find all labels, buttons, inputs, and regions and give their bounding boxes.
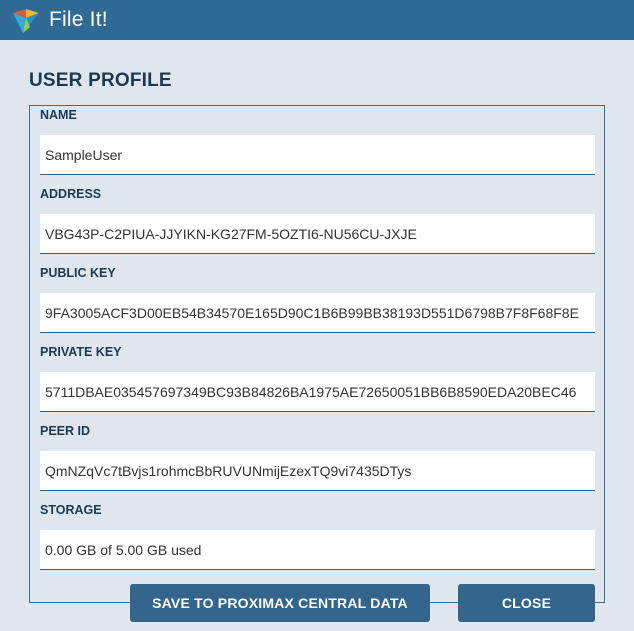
- close-button[interactable]: CLOSE: [458, 584, 595, 622]
- address-field[interactable]: VBG43P-C2PIUA-JJYIKN-KG27FM-5OZTI6-NU56C…: [40, 214, 595, 254]
- storage-field[interactable]: 0.00 GB of 5.00 GB used: [40, 530, 595, 570]
- storage-value: 0.00 GB of 5.00 GB used: [45, 542, 202, 558]
- save-to-proximax-button[interactable]: SAVE TO PROXIMAX CENTRAL DATA: [130, 584, 430, 622]
- name-field[interactable]: SampleUser: [40, 135, 595, 175]
- peer-id-field[interactable]: QmNZqVc7tBvjs1rohmcBbRUVUNmijEzexTQ9vi74…: [40, 451, 595, 491]
- title-bar: File It!: [0, 0, 634, 40]
- name-value: SampleUser: [45, 147, 123, 163]
- storage-label: STORAGE: [40, 503, 102, 517]
- address-value: VBG43P-C2PIUA-JJYIKN-KG27FM-5OZTI6-NU56C…: [45, 226, 417, 242]
- private-key-field[interactable]: 5711DBAE035457697349BC93B84826BA1975AE72…: [40, 372, 595, 412]
- public-key-field[interactable]: 9FA3005ACF3D00EB54B34570E165D90C1B6B99BB…: [40, 293, 595, 333]
- private-key-value: 5711DBAE035457697349BC93B84826BA1975AE72…: [45, 384, 577, 400]
- private-key-label: PRIVATE KEY: [40, 345, 122, 359]
- app-logo-icon: [13, 9, 39, 33]
- public-key-value: 9FA3005ACF3D00EB54B34570E165D90C1B6B99BB…: [45, 305, 579, 321]
- public-key-label: PUBLIC KEY: [40, 266, 116, 280]
- page-title: USER PROFILE: [29, 70, 172, 91]
- name-label: NAME: [40, 108, 77, 122]
- address-label: ADDRESS: [40, 187, 102, 201]
- peer-id-label: PEER ID: [40, 424, 91, 438]
- peer-id-value: QmNZqVc7tBvjs1rohmcBbRUVUNmijEzexTQ9vi74…: [45, 463, 412, 479]
- app-title: File It!: [49, 8, 108, 31]
